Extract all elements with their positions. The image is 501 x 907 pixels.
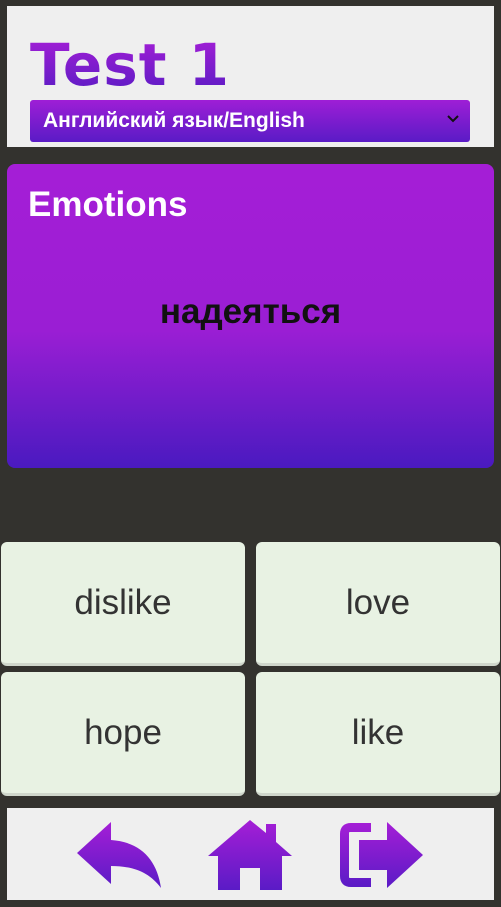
bottom-nav	[7, 808, 494, 900]
flashcard: Emotions надеяться	[7, 164, 494, 468]
home-icon[interactable]	[206, 818, 294, 892]
exit-icon[interactable]	[337, 820, 427, 890]
back-icon[interactable]	[75, 820, 163, 890]
topic-title: Emotions	[28, 185, 188, 224]
answer-button-3[interactable]: hope	[1, 672, 245, 796]
answer-button-4[interactable]: like	[256, 672, 500, 796]
answer-button-1[interactable]: dislike	[1, 542, 245, 666]
header-panel: Test 1 Английский язык/English	[7, 6, 494, 147]
page-title: Test 1	[30, 31, 230, 99]
chevron-down-icon	[447, 115, 459, 123]
answer-button-2[interactable]: love	[256, 542, 500, 666]
language-select-value: Английский язык/English	[43, 109, 305, 132]
question-word: надеяться	[159, 292, 342, 331]
language-select[interactable]: Английский язык/English	[30, 100, 470, 142]
